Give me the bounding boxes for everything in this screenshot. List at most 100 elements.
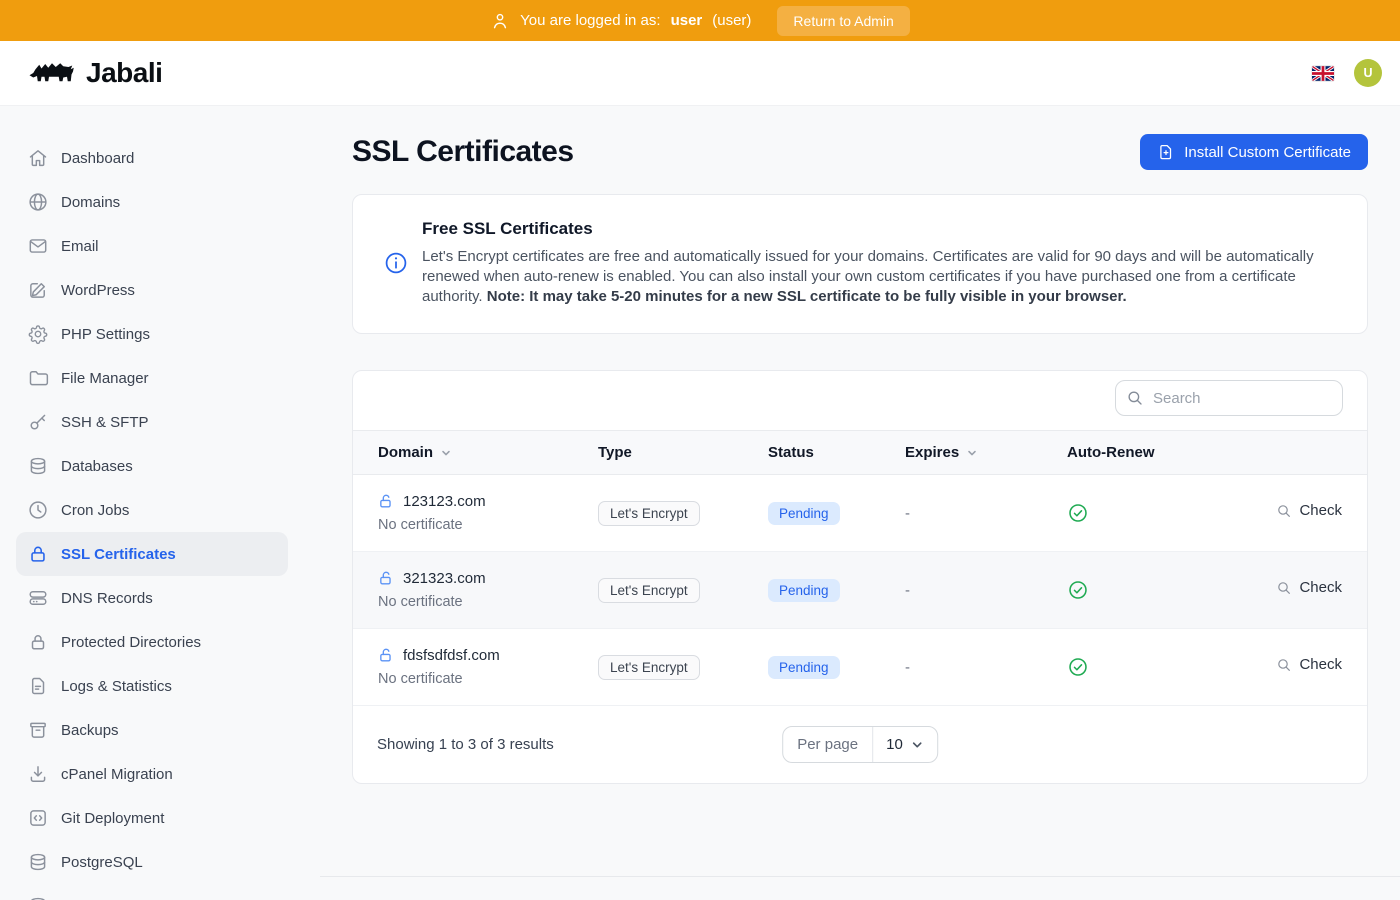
sidebar-item-label: Email [61,238,99,255]
column-header-domain[interactable]: Domain [378,444,452,461]
impersonation-banner: You are logged in as: user (user) Return… [0,0,1400,41]
brand-logo[interactable]: Jabali [28,57,162,89]
app-header: Jabali U [0,41,1400,106]
search-box [1115,380,1343,416]
sidebar-item-label: Protected Directories [61,634,201,651]
return-to-admin-button[interactable]: Return to Admin [777,6,909,36]
status-badge: Pending [768,656,840,679]
lock-icon [27,543,49,565]
table-row: 321323.com No certificate Let's Encrypt … [353,552,1367,629]
sidebar-item-label: DNS Records [61,590,153,607]
certificate-subtitle: No certificate [378,517,598,533]
user-avatar[interactable]: U [1354,59,1382,87]
person-icon [490,11,510,31]
sidebar-item-partial[interactable] [16,884,288,900]
banner-username: user [671,12,703,29]
auto-renew-enabled-icon[interactable] [1067,656,1257,678]
domain-name[interactable]: 321323.com [403,570,486,587]
column-header-expires[interactable]: Expires [905,444,978,461]
info-title: Free SSL Certificates [422,219,1337,239]
search-input[interactable] [1115,380,1343,416]
auto-renew-enabled-icon[interactable] [1067,502,1257,524]
sidebar-item-php-settings[interactable]: PHP Settings [16,312,288,356]
sidebar-item-dns-records[interactable]: DNS Records [16,576,288,620]
clock-icon [27,499,49,521]
sidebar-item-dashboard[interactable]: Dashboard [16,136,288,180]
document-icon [27,675,49,697]
archive-box-icon [27,719,49,741]
install-custom-certificate-button[interactable]: Install Custom Certificate [1140,134,1368,170]
expires-value: - [905,629,1067,706]
language-flag-icon[interactable] [1312,66,1334,81]
page-footer: Jabali Panel GitHub © 2026 Jabali v0.9-r… [320,876,1400,900]
check-button[interactable]: Check [1276,579,1342,596]
table-row: fdsfsdfdsf.com No certificate Let's Encr… [353,629,1367,706]
per-page-label: Per page [783,727,873,762]
envelope-icon [27,235,49,257]
expires-value: - [905,475,1067,552]
page-title: SSL Certificates [352,135,574,169]
folder-icon [27,367,49,389]
table-row: 123123.com No certificate Let's Encrypt … [353,475,1367,552]
home-icon [27,147,49,169]
sidebar-item-label: Databases [61,458,133,475]
auto-renew-enabled-icon[interactable] [1067,579,1257,601]
sidebar-item-label: File Manager [61,370,149,387]
check-button[interactable]: Check [1276,656,1342,673]
free-ssl-info-card: Free SSL Certificates Let's Encrypt cert… [352,194,1368,334]
sidebar-item-label: cPanel Migration [61,766,173,783]
brand-name: Jabali [86,57,162,89]
sidebar-item-logs-statistics[interactable]: Logs & Statistics [16,664,288,708]
database-icon [27,455,49,477]
domain-name[interactable]: fdsfsdfdsf.com [403,647,500,664]
boar-logo-icon [28,57,76,89]
gear-icon [27,323,49,345]
sidebar-item-label: WordPress [61,282,135,299]
per-page-select[interactable]: Per page 10 [782,726,938,763]
sidebar-item-label: Domains [61,194,120,211]
banner-message-prefix: You are logged in as: [520,12,660,29]
sidebar-item-protected-directories[interactable]: Protected Directories [16,620,288,664]
sidebar-item-label: Dashboard [61,150,134,167]
sidebar-item-databases[interactable]: Databases [16,444,288,488]
expires-value: - [905,552,1067,629]
certificate-subtitle: No certificate [378,671,598,687]
sidebar-item-label: Cron Jobs [61,502,129,519]
server-icon [27,587,49,609]
sidebar-item-postgresql[interactable]: PostgreSQL [16,840,288,884]
sidebar-item-label: PHP Settings [61,326,150,343]
info-icon [383,250,409,276]
install-button-label: Install Custom Certificate [1184,144,1351,161]
lock-icon [27,631,49,653]
sidebar-item-domains[interactable]: Domains [16,180,288,224]
sort-chevron-icon [966,447,978,459]
per-page-value: 10 [886,736,903,753]
sidebar-item-ssh-sftp[interactable]: SSH & SFTP [16,400,288,444]
download-icon [27,763,49,785]
sidebar-item-label: PostgreSQL [61,854,143,871]
certificate-subtitle: No certificate [378,594,598,610]
sidebar-item-backups[interactable]: Backups [16,708,288,752]
sidebar-item-wordpress[interactable]: WordPress [16,268,288,312]
key-icon [27,411,49,433]
check-button[interactable]: Check [1276,502,1342,519]
magnifier-icon [1276,503,1292,519]
sidebar-item-file-manager[interactable]: File Manager [16,356,288,400]
sidebar-item-email[interactable]: Email [16,224,288,268]
sidebar-item-git-deployment[interactable]: Git Deployment [16,796,288,840]
sidebar-item-label: Logs & Statistics [61,678,172,695]
sidebar-item-ssl-certificates[interactable]: SSL Certificates [16,532,288,576]
magnifier-icon [1276,580,1292,596]
results-summary: Showing 1 to 3 of 3 results [377,736,554,753]
sidebar-item-cpanel-migration[interactable]: cPanel Migration [16,752,288,796]
type-badge: Let's Encrypt [598,655,700,680]
chevron-down-icon [910,738,924,752]
domain-name[interactable]: 123123.com [403,493,486,510]
unlocked-padlock-icon [378,647,395,664]
sidebar-item-cron-jobs[interactable]: Cron Jobs [16,488,288,532]
database-icon [27,895,49,900]
certificates-table-card: Domain Type Status Expires [352,370,1368,784]
sidebar-item-label: SSH & SFTP [61,414,149,431]
search-icon [1126,389,1144,407]
unlocked-padlock-icon [378,570,395,587]
